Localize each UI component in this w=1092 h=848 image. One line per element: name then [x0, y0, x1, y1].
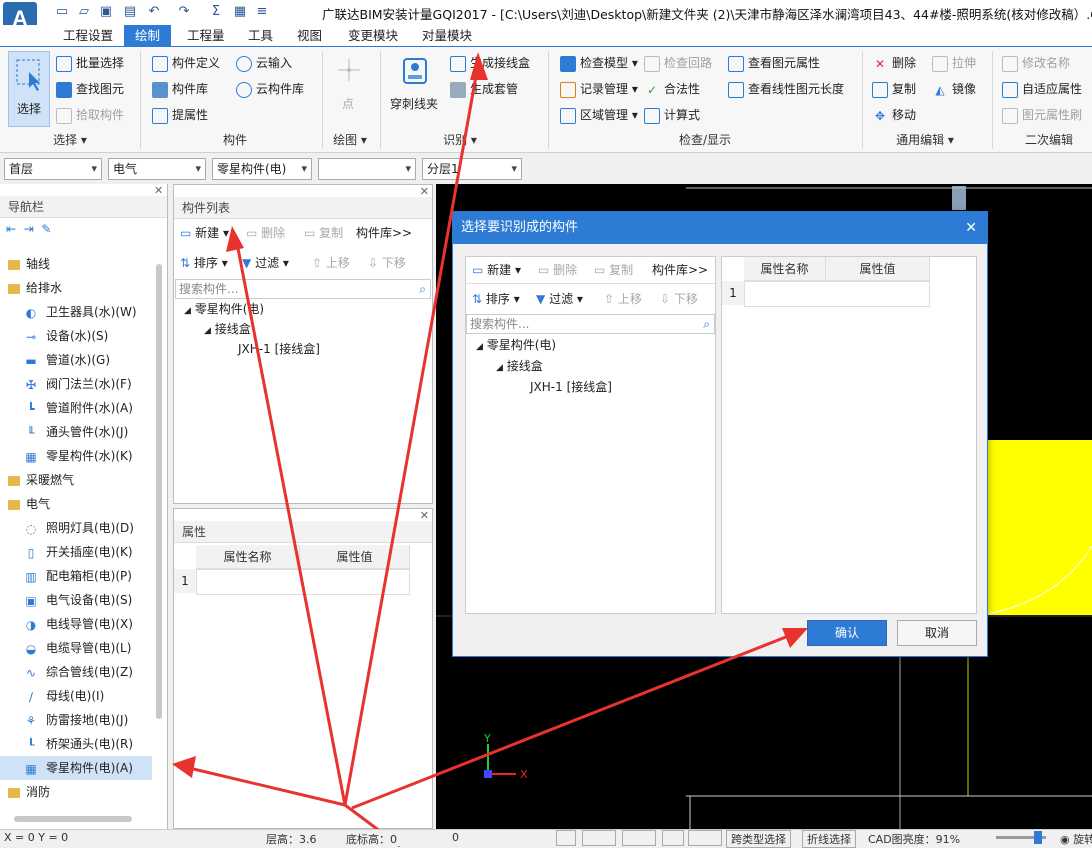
cross-type-select-button[interactable]: 跨类型选择: [726, 830, 791, 848]
status-bar: X = 0 Y = 0 层高：3.6 底标高：0 0 跨类型选择 折线选择 CA…: [0, 829, 1092, 848]
angle-mode-icon[interactable]: [688, 830, 722, 846]
coordinate-readout: X = 0 Y = 0: [4, 831, 69, 844]
annotation-arrows: [172, 52, 808, 848]
snap-mode-icon[interactable]: [582, 830, 616, 846]
status-tool-icon[interactable]: [556, 830, 576, 846]
base-elevation: 底标高：0: [346, 833, 397, 846]
add-mode-icon[interactable]: [622, 830, 656, 846]
rotate-label[interactable]: ◉ 旋转: [1060, 831, 1092, 847]
cross-select-icon[interactable]: [662, 830, 684, 846]
brightness-slider-thumb[interactable]: [1034, 831, 1042, 844]
radio-icon: ◉: [1060, 833, 1070, 846]
offset-value: 0: [452, 831, 459, 844]
floor-height: 层高：3.6: [266, 833, 317, 846]
cad-brightness: CAD图亮度：91%: [868, 833, 961, 846]
polyline-select-button[interactable]: 折线选择: [802, 830, 856, 848]
